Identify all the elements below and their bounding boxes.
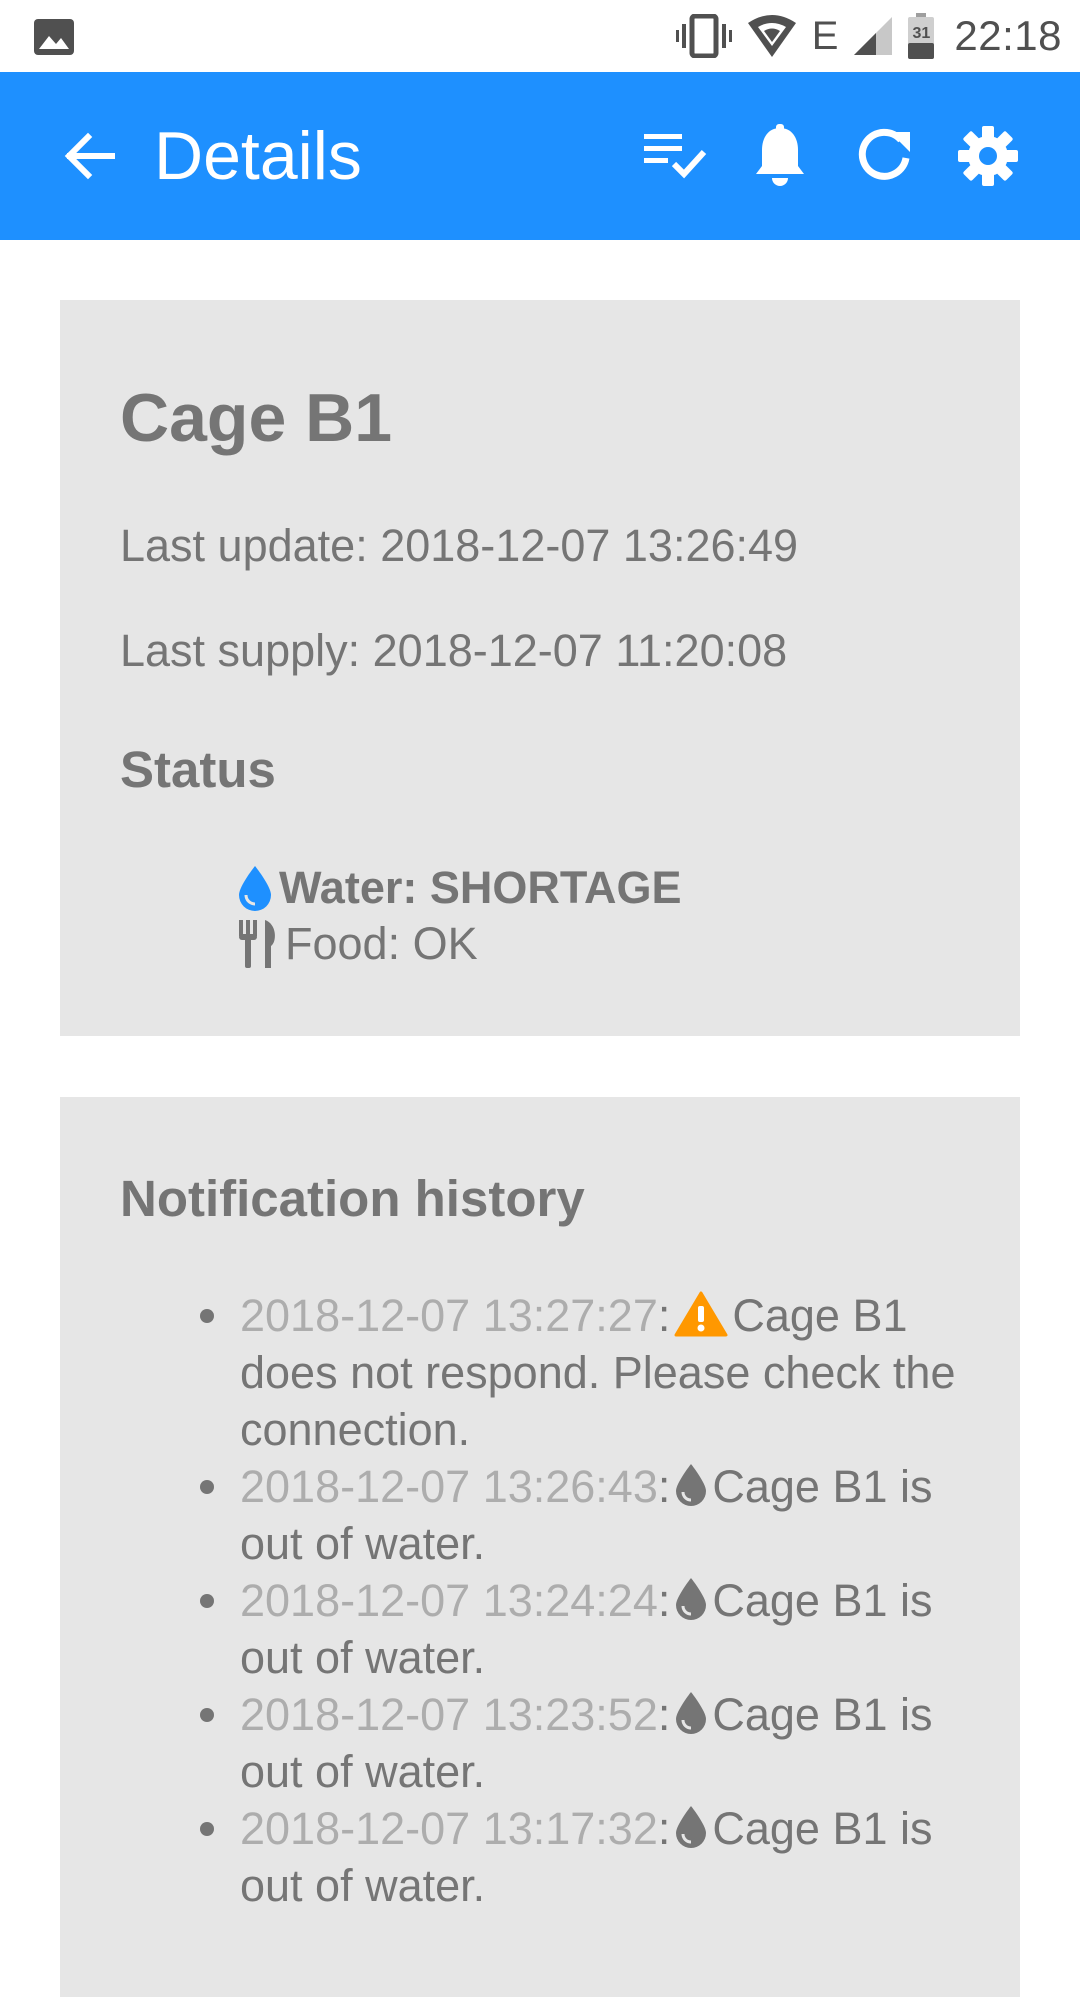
water-drop-icon [674, 1462, 708, 1508]
water-drop-icon [674, 1804, 708, 1850]
notification-history-title: Notification history [120, 1170, 585, 1227]
notification-time: 2018-12-07 13:24:24 [240, 1575, 658, 1626]
status-title: Status [120, 741, 276, 798]
wifi-icon [746, 15, 798, 57]
refresh-icon[interactable] [848, 120, 920, 192]
notification-list: 2018-12-07 13:27:27: Cage B1 does not res… [200, 1287, 1000, 1914]
cage-name: Cage B1 [120, 380, 393, 456]
notification-item: 2018-12-07 13:26:43: Cage B1 is out of wa… [200, 1458, 1000, 1572]
page-title: Details [154, 118, 362, 194]
signal-icon [852, 15, 894, 57]
gear-icon[interactable] [952, 120, 1024, 192]
clock: 22:18 [954, 12, 1062, 59]
bullet [200, 1480, 214, 1494]
notification-time: 2018-12-07 13:17:32 [240, 1803, 658, 1854]
notification-item: 2018-12-07 13:27:27: Cage B1 does not res… [200, 1287, 1000, 1458]
last-update: Last update: 2018-12-07 13:26:49 [120, 520, 799, 571]
back-arrow-icon[interactable] [58, 124, 122, 188]
bullet [200, 1708, 214, 1722]
notification-time: 2018-12-07 13:26:43 [240, 1461, 658, 1512]
app-bar: Details [0, 72, 1080, 240]
vibrate-icon [675, 14, 732, 58]
water-status: Water: SHORTAGE [237, 860, 682, 916]
notification-item: 2018-12-07 13:24:24: Cage B1 is out of wa… [200, 1572, 1000, 1686]
status-bar: E 31 22:18 [0, 0, 1080, 72]
notification-item: 2018-12-07 13:17:32: Cage B1 is out of wa… [200, 1800, 1000, 1914]
notification-time: 2018-12-07 13:27:27 [240, 1290, 658, 1341]
notification-time: 2018-12-07 13:23:52 [240, 1689, 658, 1740]
bullet [200, 1594, 214, 1608]
water-status-label: Water: SHORTAGE [279, 862, 682, 913]
water-drop-icon [237, 864, 273, 912]
utensils-icon [237, 920, 279, 968]
notification-item: 2018-12-07 13:23:52: Cage B1 is out of wa… [200, 1686, 1000, 1800]
battery-icon: 31 [908, 13, 935, 59]
notification-history-card: Notification history 2018-12-07 13:27:27… [60, 1097, 1020, 1997]
water-drop-icon [674, 1576, 708, 1622]
checklist-icon[interactable] [640, 120, 712, 192]
bullet [200, 1309, 214, 1323]
food-status: Food: OK [237, 916, 478, 972]
bullet [200, 1822, 214, 1836]
water-drop-icon [674, 1690, 708, 1736]
last-supply: Last supply: 2018-12-07 11:20:08 [120, 625, 788, 676]
warning-icon [674, 1291, 728, 1337]
bell-icon[interactable] [744, 120, 816, 192]
battery-level-label: 31 [912, 25, 931, 42]
food-status-label: Food: OK [285, 918, 478, 969]
network-type-icon: E [811, 14, 839, 58]
gallery-icon [34, 19, 74, 55]
cage-details-card: Cage B1 Last update: 2018-12-07 13:26:49… [60, 300, 1020, 1036]
